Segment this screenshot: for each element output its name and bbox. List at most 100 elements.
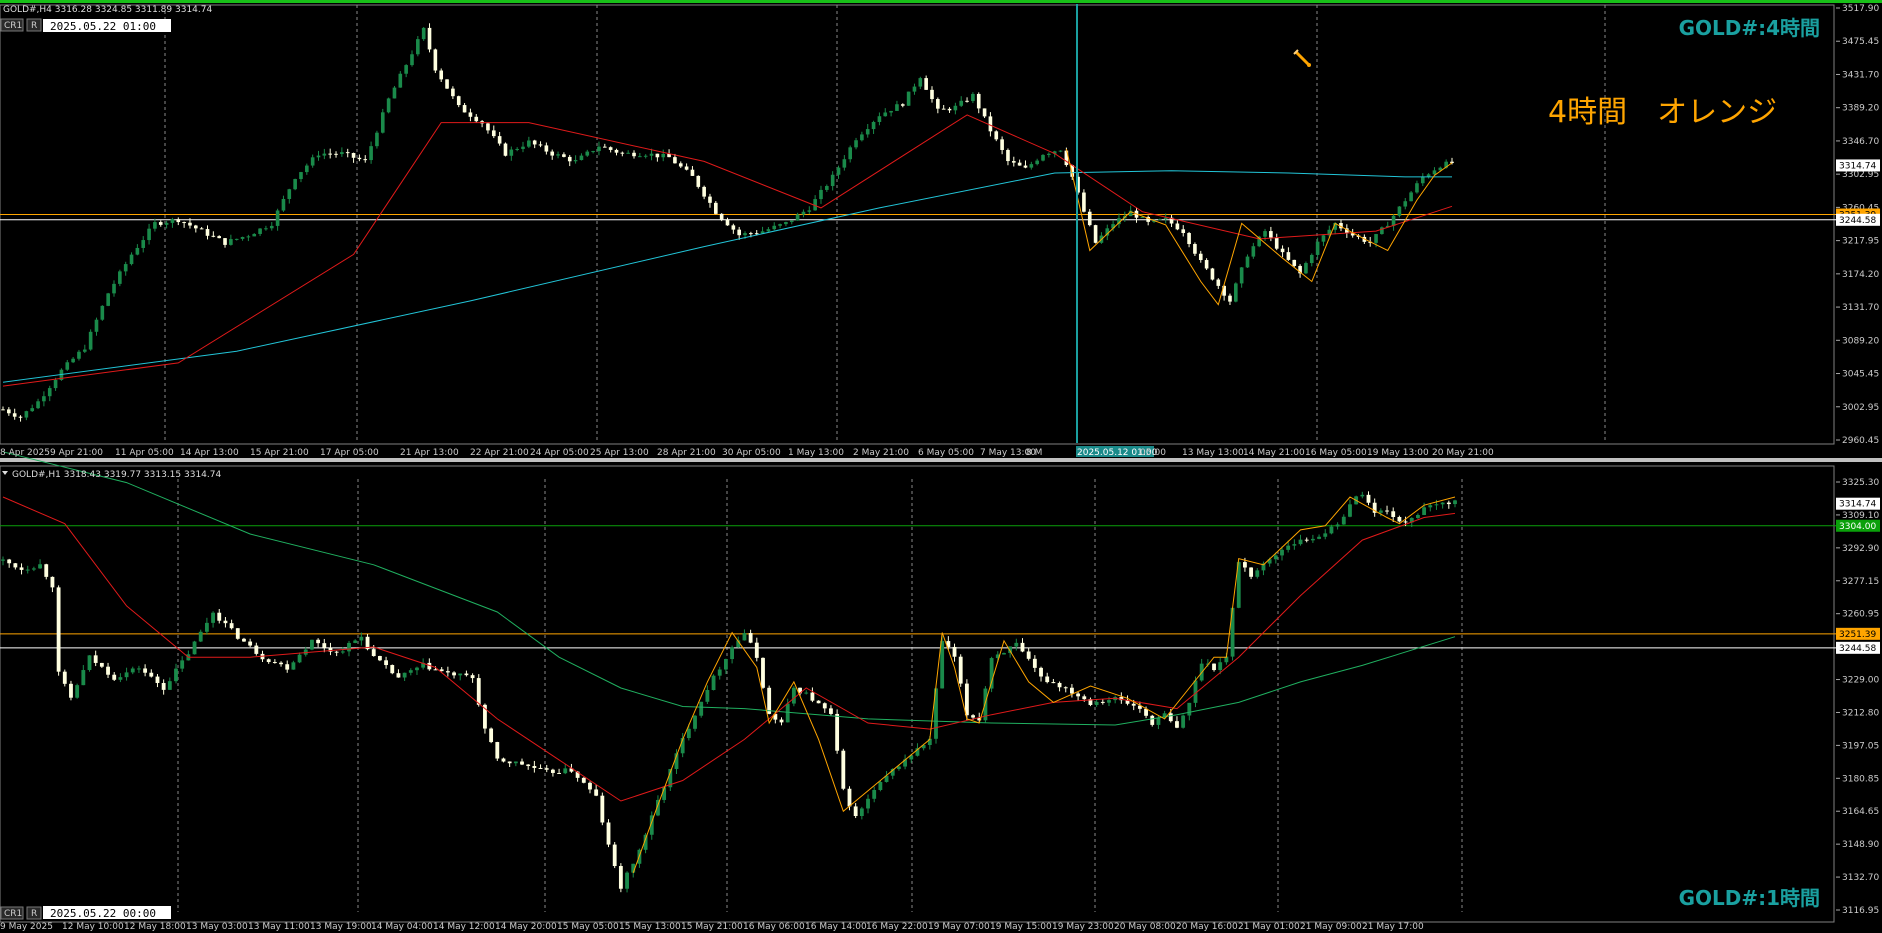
candle-body: [297, 654, 302, 663]
candle-body: [649, 153, 654, 156]
candle-body: [497, 136, 502, 144]
candle-body: [719, 213, 724, 220]
candle-body: [1329, 526, 1334, 534]
candle-body: [147, 228, 151, 241]
candle-body: [310, 639, 314, 650]
candle-body: [829, 708, 833, 714]
candle-body: [217, 612, 222, 621]
candle-body: [1093, 225, 1098, 243]
candle-body: [1017, 162, 1022, 166]
candle-body: [53, 379, 58, 389]
candle-body: [396, 673, 401, 678]
candle-body: [784, 222, 788, 225]
candle-body: [1378, 510, 1383, 513]
candle-body: [281, 198, 286, 211]
candle-body: [772, 225, 777, 230]
candle-body: [1175, 223, 1180, 230]
candle-body: [129, 254, 134, 265]
candle-body: [789, 220, 794, 223]
candle-body: [285, 664, 290, 670]
candle-body: [859, 808, 864, 816]
candle-body: [1047, 153, 1051, 155]
candle-body: [310, 157, 315, 166]
candle-body: [778, 224, 782, 226]
price-axis-label: 3197.05: [1842, 741, 1879, 751]
candle-body: [1204, 260, 1209, 269]
candle-body: [847, 788, 852, 807]
candle-body: [1243, 562, 1247, 568]
top-annotation: 4時間 オレンジ: [1548, 95, 1777, 130]
candle-body: [240, 236, 245, 239]
candle-body: [180, 660, 185, 669]
candle-body: [1156, 717, 1161, 725]
candle-body: [588, 782, 592, 790]
bottom-tag-cr: CR1: [4, 909, 22, 919]
candle-body: [161, 683, 166, 690]
candle-body: [7, 409, 11, 414]
candle-body: [743, 233, 747, 236]
candle-body: [795, 214, 800, 221]
time-axis-label: 13 May 11:00: [248, 922, 310, 932]
candle-body: [1274, 237, 1279, 249]
candle-body: [495, 742, 500, 759]
candle-body: [1057, 682, 1062, 688]
time-axis-label: 14 May 20:00: [495, 922, 557, 932]
price-tag-white-label: 3244.58: [1839, 644, 1876, 654]
bottom-tag-group: CR1 R 2025.05.22 00:00: [0, 906, 171, 920]
time-axis-label: 16 May 05:00: [1305, 448, 1367, 458]
candle-body: [848, 147, 853, 160]
price-axis-label: 3325.30: [1842, 478, 1879, 488]
candle-body: [1000, 139, 1004, 150]
candle-body: [842, 159, 847, 168]
candle-body: [188, 222, 192, 226]
candle-body: [754, 233, 759, 235]
candle-body: [1228, 295, 1232, 302]
time-axis-label: 15 May 21:00: [681, 922, 743, 932]
candle-body: [81, 670, 86, 686]
candle-body: [1158, 219, 1162, 221]
candle-body: [451, 88, 455, 97]
candle-body: [1041, 154, 1045, 161]
candle-body: [947, 108, 952, 111]
candle-body: [964, 683, 969, 716]
candle-body: [1391, 215, 1396, 226]
candle-body: [293, 179, 297, 190]
top-date-box: 2025.05.22 01:00: [50, 20, 156, 33]
candle-body: [748, 633, 753, 643]
time-axis-label: 13 May 13:00: [1182, 448, 1244, 458]
candle-body: [1335, 524, 1340, 527]
candle-body: [340, 651, 345, 653]
time-axis-label: 12 May 10:00: [62, 922, 124, 932]
candle-body: [254, 645, 259, 654]
candle-body: [415, 667, 419, 671]
candle-body: [13, 563, 18, 568]
candle-body: [896, 766, 901, 769]
candle-body: [632, 152, 636, 157]
candle-body: [819, 189, 823, 200]
candle-body: [474, 116, 479, 122]
candle-body: [690, 169, 695, 176]
candle-body: [1403, 201, 1408, 207]
time-axis-label: 8 Apr 2025: [0, 448, 50, 458]
candle-body: [723, 659, 728, 670]
candle-body: [141, 240, 146, 248]
candle-body: [1150, 715, 1155, 725]
price-axis-label: 3431.70: [1842, 70, 1879, 80]
candle-body: [75, 685, 80, 698]
candle-body: [334, 153, 338, 155]
candle-body: [351, 153, 356, 158]
candle-body: [527, 140, 531, 147]
time-axis-label: 22 Apr 21:00: [470, 448, 529, 458]
candle-body: [1023, 165, 1028, 168]
candle-body: [167, 681, 172, 690]
bottom-chart-header: GOLD#,H1 3318.43 3319.77 3313.15 3314.74: [12, 470, 221, 480]
candle-body: [345, 152, 350, 154]
chart-canvas[interactable]: GOLD#,H4 3316.28 3324.85 3311.89 3314.74…: [0, 0, 1882, 933]
candle-body: [1292, 544, 1297, 546]
candle-body: [625, 872, 629, 889]
time-axis-label: 19 May 13:00: [1367, 448, 1429, 458]
time-axis-label: 20 May 08:00: [1114, 922, 1176, 932]
candle-body: [538, 144, 543, 146]
candle-body: [386, 98, 391, 113]
candle-body: [906, 91, 911, 106]
